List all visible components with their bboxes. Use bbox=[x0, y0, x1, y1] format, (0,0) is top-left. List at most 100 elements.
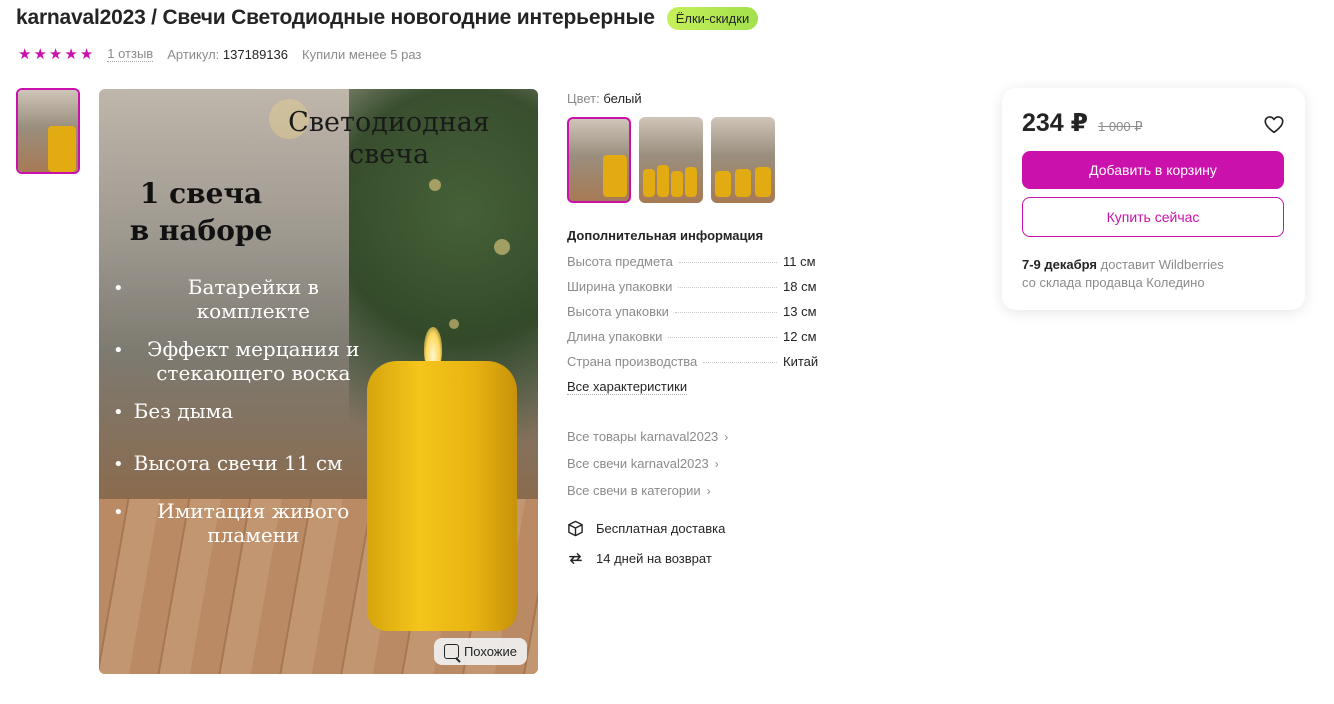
perk-return: 14 дней на возврат bbox=[567, 550, 817, 567]
variant-candle bbox=[643, 169, 655, 197]
seller-links: Все товары karnaval2023 › Все свечи karna… bbox=[567, 429, 817, 498]
color-line: Цвет: белый bbox=[567, 91, 817, 106]
image-bullets: • Батарейки в комплекте • Эффект мерцания и… bbox=[113, 275, 373, 561]
link-all-candles-category[interactable]: Все свечи в категории › bbox=[567, 483, 817, 498]
bullet-text: Высота свечи 11 см bbox=[133, 451, 343, 475]
delivery-by: доставит Wildberries bbox=[1097, 257, 1224, 272]
char-dots bbox=[668, 337, 777, 338]
current-price: 234 ₽ bbox=[1022, 109, 1089, 137]
thumb-candle bbox=[48, 126, 76, 172]
star-icon: ★ bbox=[79, 45, 94, 63]
delivery-info: 7-9 декабря доставит Wildberries со скла… bbox=[1022, 256, 1285, 292]
chevron-right-icon: › bbox=[706, 483, 711, 498]
char-name: Ширина упаковки bbox=[567, 279, 673, 294]
char-value: Китай bbox=[783, 354, 819, 369]
additional-info-title: Дополнительная информация bbox=[567, 228, 764, 243]
image-bullet: • Имитация живого пламени bbox=[113, 499, 373, 547]
thumbnail-image bbox=[18, 90, 78, 172]
candle bbox=[367, 361, 517, 631]
color-label: Цвет: bbox=[567, 91, 600, 106]
delivery-line: 7-9 декабря доставит Wildberries bbox=[1022, 256, 1285, 274]
add-to-cart-button[interactable]: Добавить в корзину bbox=[1022, 151, 1284, 189]
link-label: Все свечи karnaval2023 bbox=[567, 456, 709, 471]
link-all-candles-seller[interactable]: Все свечи karnaval2023 › bbox=[567, 456, 817, 471]
image-sub-line: в наборе bbox=[129, 214, 273, 247]
similar-button[interactable]: Похожие bbox=[433, 638, 527, 665]
rating-stars: ★ ★ ★ ★ ★ bbox=[18, 47, 93, 62]
image-subheading: 1 свеча в наборе bbox=[121, 175, 281, 249]
buy-card: 234 ₽ 1 000 ₽ Добавить в корзину Купить … bbox=[1002, 88, 1305, 310]
heart-icon[interactable] bbox=[1263, 114, 1285, 136]
image-sub-line: 1 свеча bbox=[139, 177, 263, 210]
variant-3-candles[interactable] bbox=[711, 117, 775, 203]
bullet-text: Эффект мерцания и bbox=[147, 337, 360, 361]
article-value[interactable]: 137189136 bbox=[223, 47, 288, 62]
image-bullet: • Высота свечи 11 см bbox=[113, 451, 373, 479]
char-name: Высота упаковки bbox=[567, 304, 669, 319]
char-dots bbox=[678, 262, 777, 263]
chevron-right-icon: › bbox=[714, 456, 719, 471]
variant-candle bbox=[603, 155, 627, 197]
color-value: белый bbox=[603, 91, 642, 106]
variant-candle bbox=[657, 165, 669, 197]
char-value: 18 см bbox=[783, 279, 817, 294]
bullet-dot: • bbox=[113, 502, 124, 523]
char-value: 11 см bbox=[783, 254, 816, 269]
char-dots bbox=[674, 312, 777, 313]
bullet-text: Батарейки в bbox=[187, 275, 319, 299]
perk-text: 14 дней на возврат bbox=[596, 551, 712, 566]
bg-light bbox=[494, 239, 510, 255]
article: Артикул: 137189136 bbox=[167, 47, 288, 62]
bullet-dot: • bbox=[113, 340, 124, 361]
bullet-text: комплекте bbox=[196, 299, 310, 323]
char-dots bbox=[703, 362, 777, 363]
image-heading-line: свеча bbox=[348, 139, 430, 170]
bullet-dot: • bbox=[113, 454, 124, 475]
promo-badge[interactable]: Ёлки-скидки bbox=[666, 6, 759, 30]
bullet-text: стекающего воска bbox=[156, 361, 351, 385]
similar-search-icon bbox=[443, 644, 459, 659]
delivery-date: 7-9 декабря bbox=[1022, 257, 1098, 272]
star-icon: ★ bbox=[33, 45, 47, 63]
char-row: Высота предмета 11 см bbox=[567, 254, 817, 269]
main-product-image[interactable]: Светодиодная свеча 1 свеча в наборе • Бат… bbox=[99, 89, 538, 674]
link-all-products[interactable]: Все товары karnaval2023 › bbox=[567, 429, 817, 444]
char-name: Страна производства bbox=[567, 354, 698, 369]
bullet-dot: • bbox=[113, 402, 124, 423]
bullet-text: Без дыма bbox=[133, 399, 234, 423]
product-title: karnaval2023 / Свечи Светодиодные нового… bbox=[16, 6, 655, 29]
star-icon: ★ bbox=[64, 45, 78, 63]
image-heading: Светодиодная свеча bbox=[259, 107, 519, 171]
bought-count: Купили менее 5 раз bbox=[302, 46, 422, 62]
gallery-thumbnail[interactable] bbox=[16, 88, 80, 174]
bullet-dot: • bbox=[113, 278, 124, 299]
perk-free-delivery: Бесплатная доставка bbox=[567, 520, 817, 537]
return-icon bbox=[569, 553, 582, 564]
char-dots bbox=[678, 287, 777, 288]
title-row: karnaval2023 / Свечи Светодиодные нового… bbox=[16, 6, 759, 30]
meta-row: ★ ★ ★ ★ ★ 1 отзыв Артикул: 137189136 Куп… bbox=[18, 46, 421, 62]
image-bullet: • Эффект мерцания и стекающего воска bbox=[113, 337, 373, 385]
buy-now-button[interactable]: Купить сейчас bbox=[1022, 197, 1284, 237]
star-icon: ★ bbox=[48, 45, 63, 63]
char-name: Высота предмета bbox=[567, 254, 673, 269]
variant-candle bbox=[735, 169, 751, 197]
char-name: Длина упаковки bbox=[567, 329, 663, 344]
bg-light bbox=[449, 319, 459, 329]
reviews-link[interactable]: 1 отзыв bbox=[107, 46, 154, 62]
product-info: Цвет: белый Дополнительная информация Вы… bbox=[567, 91, 819, 580]
char-value: 13 см bbox=[783, 304, 817, 319]
old-price: 1 000 ₽ bbox=[1098, 119, 1143, 134]
bg-light bbox=[429, 179, 441, 191]
color-variants bbox=[567, 117, 817, 203]
char-row: Длина упаковки 12 см bbox=[567, 329, 817, 344]
price-row: 234 ₽ 1 000 ₽ bbox=[1022, 108, 1285, 138]
chevron-right-icon: › bbox=[724, 429, 729, 444]
all-characteristics-link[interactable]: Все характеристики bbox=[567, 379, 688, 395]
variant-5-candles[interactable] bbox=[639, 117, 703, 203]
article-label: Артикул: bbox=[167, 46, 220, 62]
image-bullet: • Батарейки в комплекте bbox=[113, 275, 373, 323]
perks: Бесплатная доставка 14 дней на возврат bbox=[567, 520, 817, 567]
variant-1-candle[interactable] bbox=[567, 117, 631, 203]
delivery-from: со склада продавца Коледино bbox=[1022, 275, 1205, 290]
